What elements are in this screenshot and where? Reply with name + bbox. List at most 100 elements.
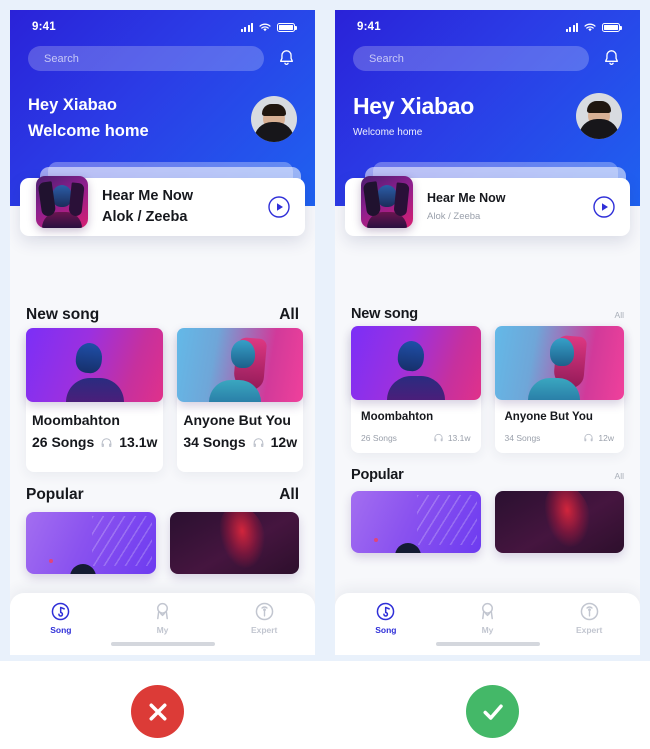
greeting-line-1: Hey Xiabao xyxy=(353,93,474,119)
section-new-song: New song All Moombahton 26 Songs 13.1w A… xyxy=(335,306,640,453)
new-song-card-list: Moombahton 26 Songs 13.1w Anyone But You… xyxy=(351,326,624,453)
section-all-link[interactable]: All xyxy=(615,310,624,320)
status-icons xyxy=(565,22,622,33)
person-icon xyxy=(482,602,493,620)
popular-card-list xyxy=(26,512,299,574)
tab-my[interactable]: My xyxy=(112,601,214,635)
section-title: New song xyxy=(26,306,100,323)
album-card[interactable]: Moombahton 26 Songs 13.1w xyxy=(351,326,481,453)
album-title: Moombahton xyxy=(361,411,434,423)
section-new-song: New song All Moombahton 26 Songs 13.1w A… xyxy=(10,306,315,472)
status-time: 9:41 xyxy=(32,21,56,33)
album-song-count: 34 Songs xyxy=(183,434,246,450)
battery-icon xyxy=(277,22,297,32)
section-all-link[interactable]: All xyxy=(615,471,624,481)
tab-song[interactable]: Song xyxy=(10,601,112,635)
album-card[interactable]: Anyone But You 34 Songs 12w xyxy=(177,328,304,472)
play-icon[interactable] xyxy=(592,195,616,219)
play-icon[interactable] xyxy=(267,195,291,219)
search-input[interactable]: Search xyxy=(28,46,264,71)
search-placeholder: Search xyxy=(44,52,79,65)
album-play-count: 13.1w xyxy=(447,432,471,443)
bottom-tab-bar: Song My Expert xyxy=(335,593,640,655)
now-playing-card[interactable]: Hear Me Now Alok / Zeeba xyxy=(345,176,630,236)
home-indicator xyxy=(435,642,540,646)
album-title: Anyone But You xyxy=(183,412,291,428)
tab-label: Expert xyxy=(575,625,603,635)
notification-bell-icon[interactable] xyxy=(276,48,297,69)
album-meta: 34 Songs 12w xyxy=(505,432,615,443)
notification-bell-icon[interactable] xyxy=(601,48,622,69)
popular-card[interactable] xyxy=(494,491,624,553)
avatar[interactable] xyxy=(251,95,297,142)
tab-label: My xyxy=(481,625,494,635)
section-title: Popular xyxy=(26,486,84,503)
section-header: Popular All xyxy=(26,486,299,504)
section-popular: Popular All xyxy=(335,467,640,553)
greeting-block: Hey Xiabao Welcome home xyxy=(335,93,640,140)
wifi-icon xyxy=(584,23,596,31)
signal-icon xyxy=(240,22,253,32)
album-artwork xyxy=(494,326,624,400)
status-bar: 9:41 xyxy=(10,10,315,40)
phone-mockup-correct: 9:41 Search Hey Xiabao Welcome home Hear… xyxy=(325,0,650,661)
section-all-link[interactable]: All xyxy=(279,306,299,324)
popular-card[interactable] xyxy=(169,512,299,574)
section-all-link[interactable]: All xyxy=(279,486,299,504)
album-artwork xyxy=(177,328,304,402)
music-note-icon xyxy=(377,602,395,621)
tab-my[interactable]: My xyxy=(437,601,539,635)
album-art-thumbnail xyxy=(36,176,88,228)
tab-expert[interactable]: Expert xyxy=(213,601,315,635)
correct-badge xyxy=(466,685,519,738)
app-screen: 9:41 Search Hey Xiabao Welcome home Hear… xyxy=(10,10,315,655)
music-note-icon xyxy=(52,602,70,621)
album-card[interactable]: Moombahton 26 Songs 13.1w xyxy=(26,328,164,472)
section-header: Popular All xyxy=(351,467,624,483)
now-playing-title: Hear Me Now xyxy=(427,191,506,206)
greeting-line-1: Hey Xiabao xyxy=(28,96,117,114)
album-meta: 26 Songs 13.1w xyxy=(32,434,157,450)
section-popular: Popular All xyxy=(10,486,315,574)
now-playing-title: Hear Me Now xyxy=(102,187,194,204)
status-bar: 9:41 xyxy=(335,10,640,40)
search-input[interactable]: Search xyxy=(353,46,589,71)
status-icons xyxy=(240,22,297,33)
greeting-line-2: Welcome home xyxy=(353,127,423,139)
headphones-icon xyxy=(101,437,112,447)
tab-label: Expert xyxy=(250,625,278,635)
album-play-count: 12w xyxy=(598,432,614,443)
now-playing-card[interactable]: Hear Me Now Alok / Zeeba xyxy=(20,176,305,236)
album-song-count: 26 Songs xyxy=(361,432,397,443)
popular-card[interactable] xyxy=(351,491,481,553)
now-playing-artist: Alok / Zeeba xyxy=(427,211,481,223)
battery-icon xyxy=(602,22,622,32)
broadcast-icon xyxy=(255,602,273,621)
tab-label: Song xyxy=(375,625,397,635)
app-screen: 9:41 Search Hey Xiabao Welcome home Hear… xyxy=(335,10,640,655)
greeting-line-2: Welcome home xyxy=(28,121,149,140)
cross-icon xyxy=(149,703,166,720)
bottom-tab-bar: Song My Expert xyxy=(10,593,315,655)
album-meta: 26 Songs 13.1w xyxy=(361,432,471,443)
section-title: New song xyxy=(351,306,418,322)
search-row: Search xyxy=(10,40,315,71)
album-play-count: 12w xyxy=(270,434,298,450)
signal-icon xyxy=(565,22,578,32)
section-header: New song All xyxy=(351,306,624,322)
album-title: Moombahton xyxy=(32,412,120,428)
tab-expert[interactable]: Expert xyxy=(538,601,640,635)
tab-song[interactable]: Song xyxy=(335,601,437,635)
popular-card[interactable] xyxy=(26,512,156,574)
avatar[interactable] xyxy=(576,93,622,140)
wifi-icon xyxy=(259,23,271,31)
popular-card-list xyxy=(351,491,624,553)
tab-label: Song xyxy=(50,625,72,635)
broadcast-icon xyxy=(580,602,598,621)
album-card[interactable]: Anyone But You 34 Songs 12w xyxy=(494,326,624,453)
headphones-icon xyxy=(584,433,593,442)
album-art-thumbnail xyxy=(361,176,413,228)
headphones-icon xyxy=(434,433,443,442)
album-song-count: 26 Songs xyxy=(32,434,95,450)
album-play-count: 13.1w xyxy=(119,434,158,450)
